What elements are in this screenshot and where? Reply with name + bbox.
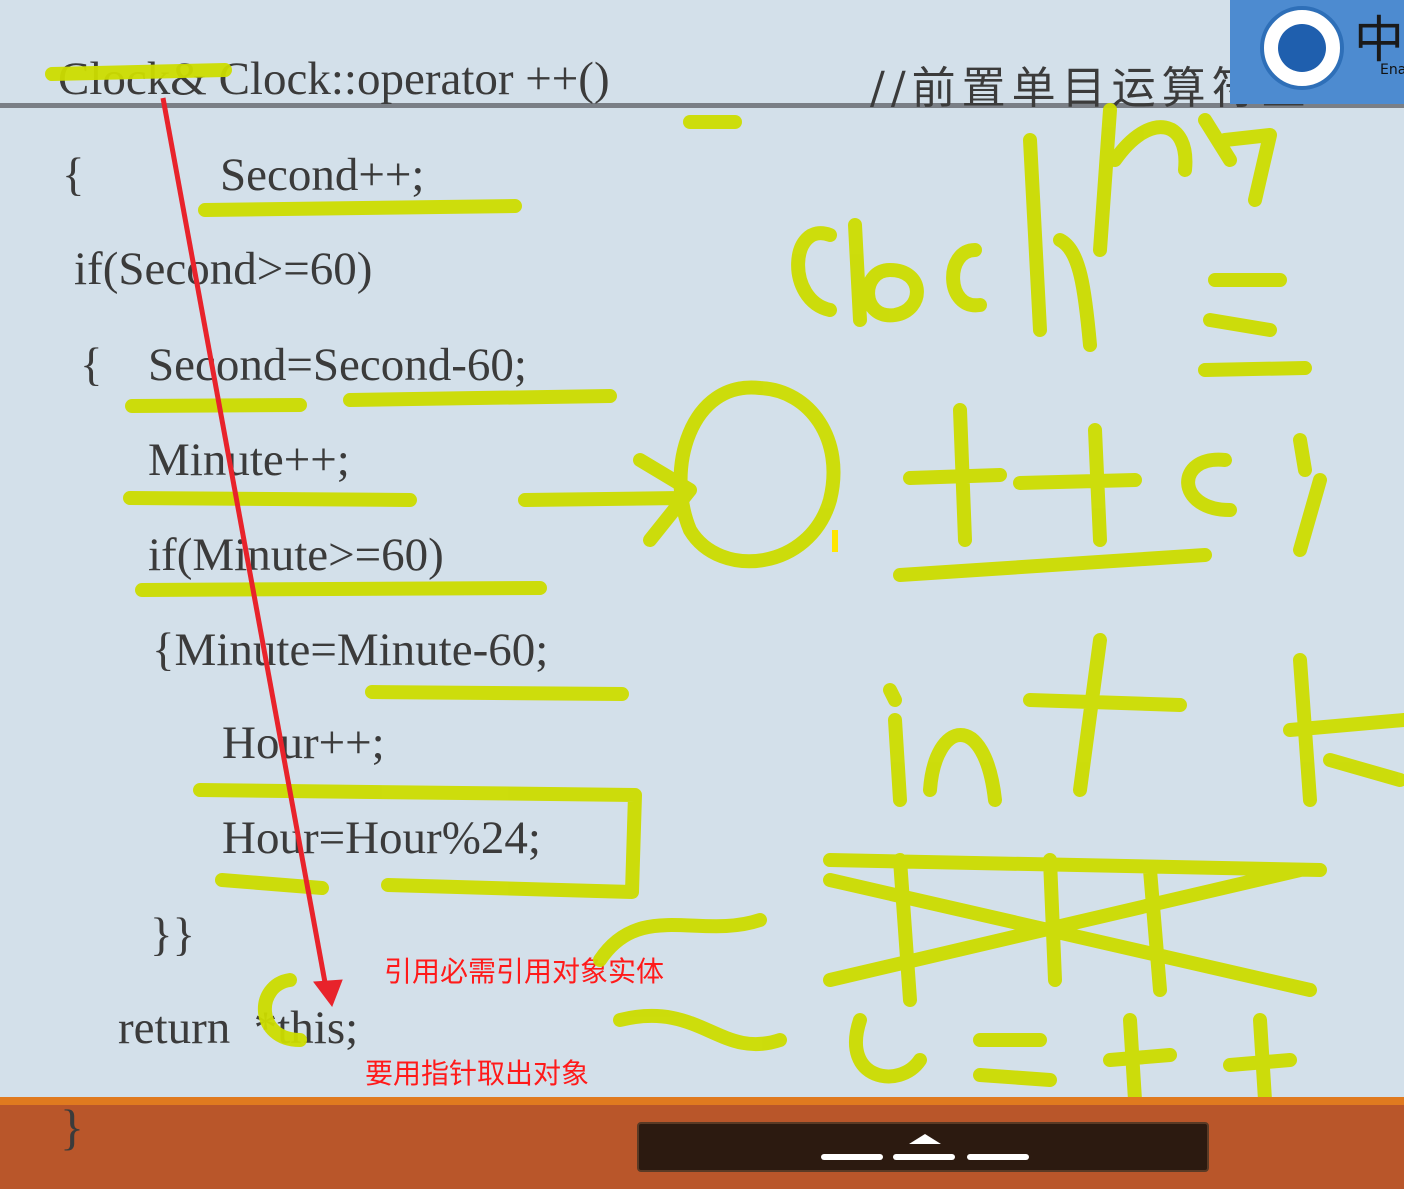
- annotation-pointer: 要用指针取出对象: [365, 1057, 590, 1090]
- code-line: Hour=Hour%24;: [222, 812, 541, 864]
- university-logo: 中 Ena: [1230, 0, 1404, 104]
- code-line: if(Second>=60): [74, 243, 373, 295]
- code-line: {: [80, 339, 103, 391]
- dash-icon[interactable]: [967, 1154, 1029, 1160]
- dash-icon[interactable]: [821, 1154, 883, 1160]
- code-line: }: [60, 1099, 84, 1155]
- code-line: Second=Second-60;: [148, 339, 527, 391]
- code-line: }}: [150, 909, 196, 961]
- player-controls[interactable]: [637, 1122, 1209, 1172]
- code-line: Second++;: [220, 149, 425, 201]
- caret-up-icon[interactable]: [909, 1134, 941, 1144]
- slide-canvas: Clock& Clock::operator ++() //前置单目运算符重 {…: [0, 0, 1404, 1097]
- emblem-icon: [1260, 6, 1344, 90]
- code-line: if(Minute>=60): [148, 529, 444, 581]
- annotation-reference: 引用必需引用对象实体: [384, 955, 665, 988]
- header-code: Clock& Clock::operator ++(): [58, 53, 610, 105]
- code-line: {Minute=Minute-60;: [152, 624, 549, 676]
- code-line: {: [62, 149, 85, 201]
- code-line: Minute++;: [148, 434, 350, 486]
- logo-sub: Ena: [1380, 62, 1404, 78]
- dash-icon[interactable]: [893, 1154, 955, 1160]
- code-line: return *this;: [118, 1002, 359, 1054]
- code-line: Hour++;: [222, 717, 385, 769]
